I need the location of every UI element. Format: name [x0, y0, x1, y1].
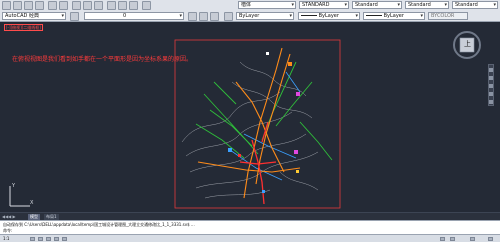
lineweight-line — [366, 15, 382, 16]
undo-icon[interactable] — [48, 1, 57, 10]
new-file-icon[interactable] — [2, 1, 11, 10]
annotation-scale-icon[interactable] — [450, 237, 455, 241]
tab-nav-arrows[interactable]: ◀◀◀ ▶ — [2, 214, 16, 219]
ortho-toggle-icon[interactable] — [46, 237, 51, 241]
color-dropdown[interactable]: ByLayer ▾ — [236, 12, 294, 20]
save-icon[interactable] — [24, 1, 33, 10]
textstyle-dropdown[interactable]: STANDARD ▾ — [299, 1, 349, 9]
color-icon[interactable] — [224, 12, 233, 21]
status-bar: 1:1 — [0, 234, 500, 242]
drawing-viewport[interactable]: [-][俯视][二维线框] 在俯视视图是我们看到如手都在一个平面形是因为坐标系果… — [0, 22, 500, 212]
linetype-dropdown-value: ByLayer — [318, 13, 339, 19]
marker — [238, 154, 241, 157]
linetype-line — [301, 15, 317, 16]
marker — [288, 62, 292, 66]
road-network-orange — [197, 47, 301, 199]
snap-toggle-icon[interactable] — [30, 237, 35, 241]
workspace-switch-icon[interactable] — [470, 237, 475, 241]
linetype-dropdown[interactable]: ByLayer ▾ — [298, 12, 360, 20]
lineweight-dropdown[interactable]: ByLayer ▾ — [363, 12, 425, 20]
terrain-contours — [181, 61, 319, 199]
workspace-dropdown-value: AutoCAD 经典 — [5, 13, 39, 19]
ucs-y-label: Y — [11, 183, 16, 189]
textstyle-dropdown-value: STANDARD — [302, 2, 330, 8]
marker — [296, 170, 299, 173]
chevron-down-icon: ▾ — [420, 13, 423, 19]
orbit-icon[interactable] — [489, 92, 493, 96]
zoom-window-icon[interactable] — [94, 1, 103, 10]
chevron-down-icon: ▾ — [61, 13, 64, 19]
font-dropdown[interactable]: 楷体 ▾ — [238, 1, 296, 9]
marker — [266, 52, 269, 55]
chevron-down-icon: ▾ — [397, 2, 400, 8]
tablestyle-dropdown-value: Standard — [408, 2, 431, 8]
coordinate-readout: 1:1 — [3, 236, 10, 241]
showmotion-icon[interactable] — [489, 100, 493, 104]
dimstyle-dropdown[interactable]: Standard ▾ — [352, 1, 402, 9]
ucs-x-label: X — [30, 200, 34, 206]
mleaderstyle-dropdown-value: Standard — [455, 2, 478, 8]
redo-icon[interactable] — [59, 1, 68, 10]
pan-icon[interactable] — [72, 1, 81, 10]
osnap-toggle-icon[interactable] — [62, 237, 67, 241]
help-icon[interactable] — [142, 1, 151, 10]
chevron-down-icon: ▾ — [493, 2, 496, 8]
layer-dropdown-state[interactable]: 0 ▾ — [84, 12, 184, 20]
marker — [228, 148, 232, 152]
layout-tabs: ◀◀◀ ▶ 模型 布局1 — [0, 212, 500, 220]
chevron-down-icon: ▾ — [179, 13, 182, 19]
pan-icon[interactable] — [489, 76, 493, 80]
chevron-down-icon: ▾ — [444, 2, 447, 8]
ucs-icon: X Y — [9, 183, 34, 207]
viewcube[interactable]: 上 — [452, 30, 482, 60]
steering-wheel-icon[interactable] — [489, 68, 493, 72]
marker — [294, 150, 298, 154]
fullscreen-icon[interactable] — [488, 237, 493, 241]
workspace-settings-icon[interactable] — [70, 12, 79, 21]
marker — [296, 92, 300, 96]
drawing-canvas — [174, 39, 341, 209]
command-history-line: 自动保存到 C:\Users\DELL\appdata\local\temp\国… — [3, 222, 195, 227]
design-center-icon[interactable] — [118, 1, 127, 10]
layer-state-value: 0 — [123, 13, 127, 19]
polar-toggle-icon[interactable] — [54, 237, 59, 241]
layer-properties-icon[interactable] — [188, 12, 197, 21]
font-dropdown-value: 楷体 — [241, 2, 252, 8]
tool-palette-icon[interactable] — [129, 1, 138, 10]
plotstyle-dropdown-value: BYCOLOR — [431, 13, 455, 19]
chevron-down-icon: ▾ — [344, 2, 347, 8]
layer-previous-icon[interactable] — [210, 12, 219, 21]
lineweight-dropdown-value: ByLayer — [383, 13, 404, 19]
autocad-window: 楷体 ▾ STANDARD ▾ Standard ▾ Standard ▾ Standa… — [0, 0, 500, 242]
zoom-icon[interactable] — [489, 84, 493, 88]
toolbar-area: 楷体 ▾ STANDARD ▾ Standard ▾ Standard ▾ Standa… — [0, 0, 500, 22]
marker — [262, 190, 265, 193]
model-space-icon[interactable] — [440, 237, 445, 241]
open-file-icon[interactable] — [13, 1, 22, 10]
chevron-down-icon: ▾ — [289, 13, 292, 19]
color-dropdown-value: ByLayer — [239, 13, 260, 19]
command-window[interactable]: 自动保存到 C:\Users\DELL\appdata\local\temp\国… — [0, 220, 500, 234]
grid-toggle-icon[interactable] — [38, 237, 43, 241]
properties-icon[interactable] — [107, 1, 116, 10]
print-icon[interactable] — [35, 1, 44, 10]
tablestyle-dropdown[interactable]: Standard ▾ — [405, 1, 449, 9]
dimstyle-dropdown-value: Standard — [355, 2, 378, 8]
zoom-icon[interactable] — [83, 1, 92, 10]
chevron-down-icon: ▾ — [291, 2, 294, 8]
make-current-icon[interactable] — [199, 12, 208, 21]
chevron-down-icon: ▾ — [355, 13, 358, 19]
mleaderstyle-dropdown[interactable]: Standard ▾ — [452, 1, 498, 9]
viewcube-face-label: 上 — [464, 40, 471, 48]
plot-frame — [174, 39, 341, 209]
workspace-dropdown[interactable]: AutoCAD 经典 ▾ — [2, 12, 66, 20]
plotstyle-dropdown[interactable]: BYCOLOR — [428, 12, 468, 20]
navigation-bar — [488, 64, 494, 106]
